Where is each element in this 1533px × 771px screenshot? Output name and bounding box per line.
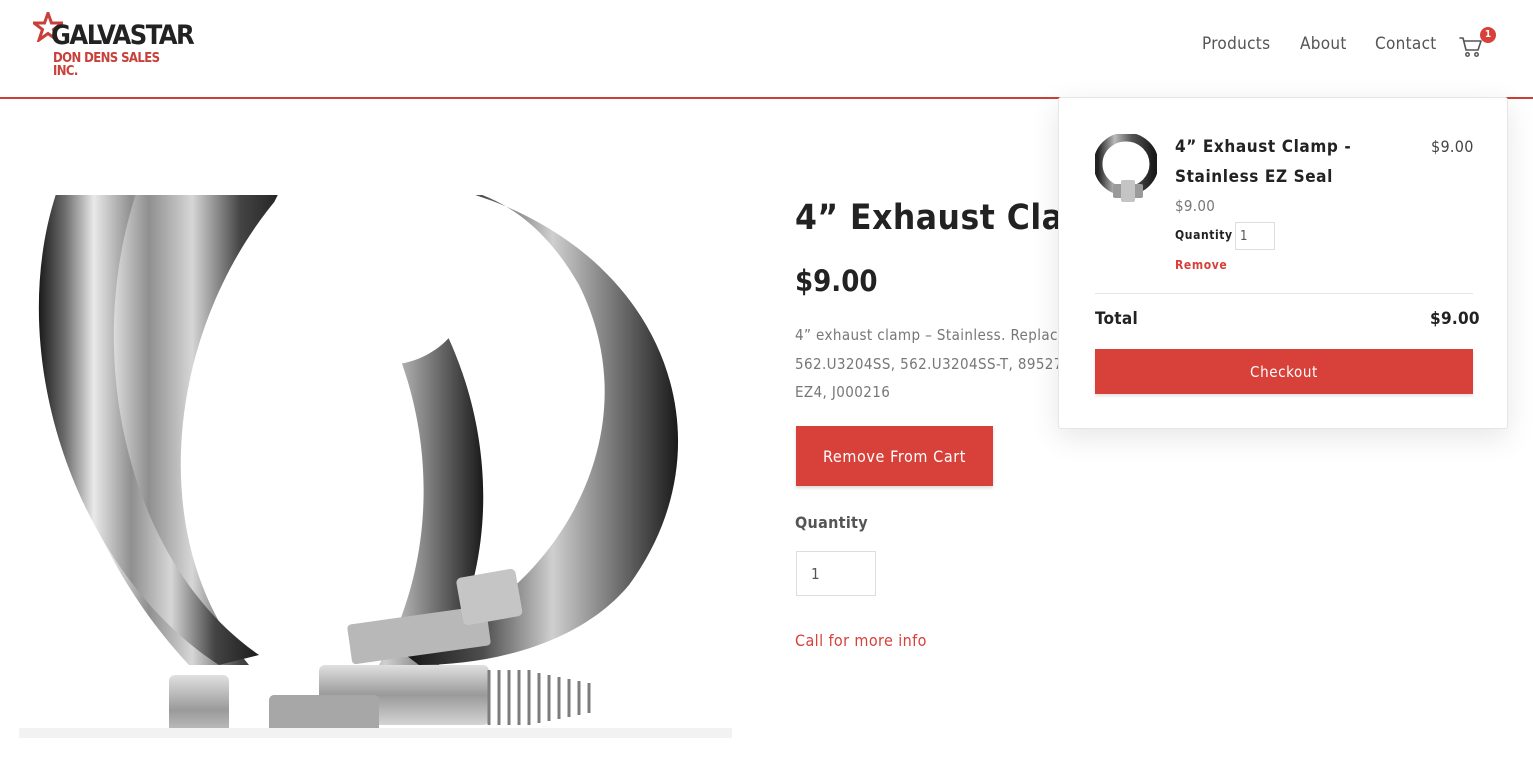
cart-count-badge: 1 [1480, 27, 1496, 43]
cart-total-value: $9.00 [1430, 309, 1480, 329]
description-line: 562.U3204SS, 562.U3204SS-T, 89527 [795, 354, 1063, 373]
logo-wordmark: GALVASTAR [51, 20, 195, 51]
description-line: 4” exhaust clamp – Stainless. Replac [795, 326, 1058, 344]
call-for-info-link[interactable]: Call for more info [795, 631, 927, 650]
cart-item-line-price: $9.00 [1431, 137, 1474, 156]
cart-item-name[interactable]: 4” Exhaust Clamp - Stainless EZ Seal [1175, 132, 1425, 192]
nav-contact[interactable]: Contact [1375, 34, 1437, 54]
cart-item-thumbnail[interactable] [1095, 134, 1157, 206]
cart-item-quantity-input[interactable] [1235, 222, 1275, 250]
cart-total-label: Total [1095, 309, 1139, 329]
logo-subtitle: DON DENS SALES INC. [53, 51, 160, 79]
galvastar-logo[interactable]: GALVASTAR DON DENS SALES INC. [33, 12, 195, 78]
quantity-label: Quantity [795, 513, 868, 532]
remove-from-cart-button[interactable]: Remove From Cart [796, 426, 993, 486]
checkout-button[interactable]: Checkout [1095, 349, 1473, 394]
product-image [19, 195, 732, 738]
product-price: $9.00 [795, 264, 878, 298]
cart-divider [1095, 293, 1473, 294]
nav-products[interactable]: Products [1202, 34, 1270, 54]
cart-dropdown: 4” Exhaust Clamp - Stainless EZ Seal $9.… [1058, 97, 1508, 429]
cart-item-unit-price: $9.00 [1175, 197, 1216, 215]
cart-item-remove-link[interactable]: Remove [1175, 258, 1227, 272]
quantity-input[interactable] [796, 551, 876, 596]
product-description: 4” exhaust clamp – Stainless. Replac 562… [795, 321, 1095, 407]
site-header: GALVASTAR DON DENS SALES INC. Products A… [0, 0, 1533, 99]
cart-item-quantity-label: Quantity [1175, 228, 1233, 242]
nav-about[interactable]: About [1300, 34, 1347, 54]
shopping-cart-icon[interactable] [1459, 36, 1483, 58]
description-line: EZ4, J000216 [795, 383, 891, 401]
